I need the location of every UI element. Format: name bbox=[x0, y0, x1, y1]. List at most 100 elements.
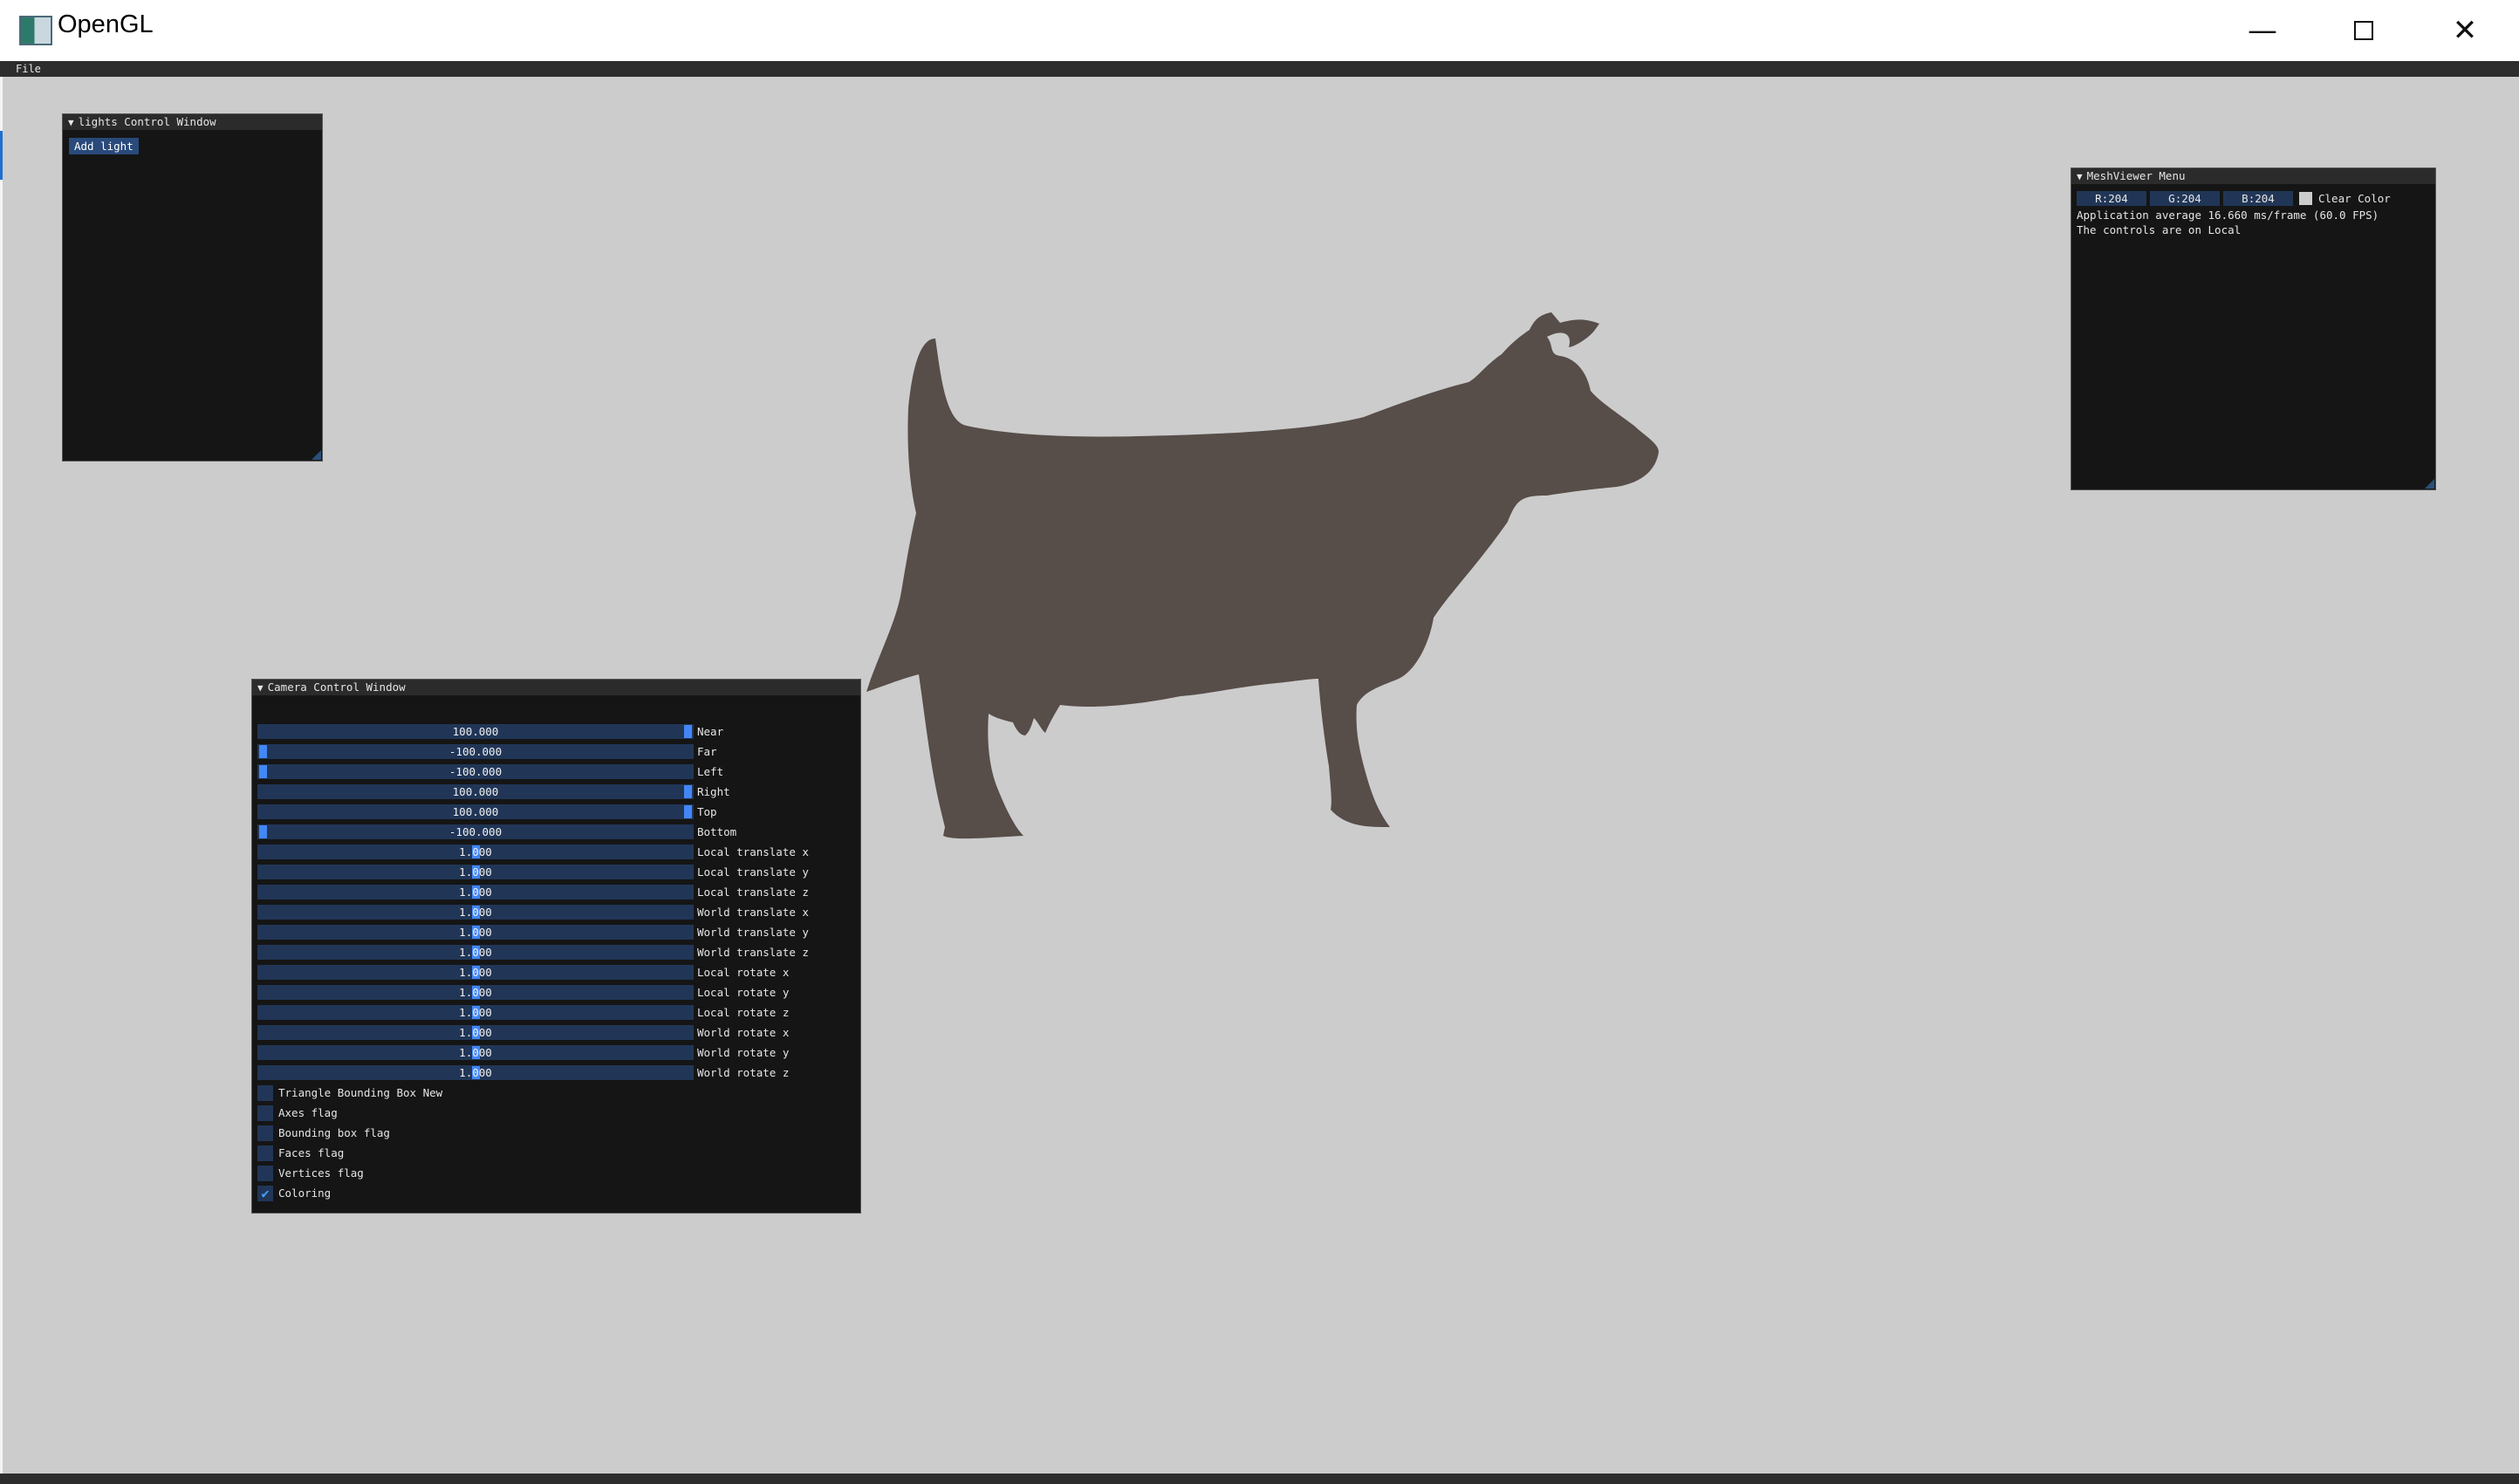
slider-track[interactable]: 1.000 bbox=[257, 985, 694, 1000]
menu-bar: File bbox=[0, 61, 2519, 77]
camera-slider-row: 1.000 World rotate y bbox=[257, 1045, 816, 1060]
minimize-icon: — bbox=[2248, 13, 2277, 48]
camera-slider-row: 1.000 Local translate z bbox=[257, 885, 816, 899]
camera-window-title: Camera Control Window bbox=[267, 680, 406, 694]
slider-label: World rotate z bbox=[697, 1066, 790, 1079]
maximize-button[interactable] bbox=[2313, 0, 2414, 61]
slider-track[interactable]: 1.000 bbox=[257, 865, 694, 879]
slider-value: 1.000 bbox=[459, 906, 492, 919]
camera-slider-row: 1.000 World translate z bbox=[257, 945, 816, 960]
meshviewer-menu-window[interactable]: ▼ MeshViewer Menu R:204 G:204 B:204 Clear… bbox=[2071, 168, 2436, 490]
checkbox[interactable] bbox=[257, 1085, 273, 1101]
checkbox-label: Triangle Bounding Box New bbox=[278, 1086, 443, 1099]
slider-label: Local translate z bbox=[697, 886, 809, 899]
window-title: OpenGL bbox=[58, 10, 154, 38]
slider-track[interactable]: 100.000 bbox=[257, 724, 694, 739]
collapse-triangle-icon[interactable]: ▼ bbox=[257, 680, 264, 695]
resize-grip-icon[interactable] bbox=[311, 450, 321, 460]
close-button[interactable]: ✕ bbox=[2414, 0, 2516, 61]
camera-slider-row: 1.000 World rotate x bbox=[257, 1025, 816, 1040]
camera-slider-row: 100.000 Right bbox=[257, 784, 816, 799]
slider-track[interactable]: -100.000 bbox=[257, 764, 694, 779]
checkbox[interactable] bbox=[257, 1125, 273, 1141]
slider-label: Near bbox=[697, 725, 724, 738]
slider-track[interactable]: 1.000 bbox=[257, 1065, 694, 1080]
slider-value: 1.000 bbox=[459, 1026, 492, 1039]
slider-track[interactable]: 1.000 bbox=[257, 885, 694, 899]
slider-track[interactable]: 1.000 bbox=[257, 965, 694, 980]
slider-track[interactable]: 100.000 bbox=[257, 804, 694, 819]
slider-label: Local translate x bbox=[697, 845, 809, 858]
slider-value: 1.000 bbox=[459, 1046, 492, 1059]
minimize-button[interactable]: — bbox=[2212, 0, 2313, 61]
slider-track[interactable]: 1.000 bbox=[257, 905, 694, 920]
slider-track[interactable]: 1.000 bbox=[257, 925, 694, 940]
clear-color-r-field[interactable]: R:204 bbox=[2077, 191, 2146, 206]
slider-label: Far bbox=[697, 745, 717, 758]
collapse-triangle-icon[interactable]: ▼ bbox=[2077, 169, 2083, 184]
camera-slider-row: -100.000 Bottom bbox=[257, 824, 816, 839]
camera-slider-row: -100.000 Far bbox=[257, 744, 816, 759]
slider-track[interactable]: 100.000 bbox=[257, 784, 694, 799]
lights-window-title: lights Control Window bbox=[78, 115, 216, 128]
slider-value: 1.000 bbox=[459, 886, 492, 899]
slider-value: 100.000 bbox=[452, 725, 499, 738]
slider-value: -100.000 bbox=[448, 765, 503, 778]
checkbox[interactable] bbox=[257, 1166, 273, 1181]
slider-value: 1.000 bbox=[459, 986, 492, 999]
slider-label: Bottom bbox=[697, 825, 737, 838]
slider-track[interactable]: -100.000 bbox=[257, 824, 694, 839]
meshviewer-window-title: MeshViewer Menu bbox=[2086, 169, 2186, 182]
camera-slider-row: 100.000 Near bbox=[257, 724, 816, 739]
slider-label: Local translate y bbox=[697, 865, 809, 879]
camera-window-header[interactable]: ▼ Camera Control Window bbox=[252, 680, 860, 695]
slider-value: 100.000 bbox=[452, 805, 499, 818]
slider-value: 1.000 bbox=[459, 845, 492, 858]
slider-label: Local rotate x bbox=[697, 966, 790, 979]
slider-value: 100.000 bbox=[452, 785, 499, 798]
slider-value: -100.000 bbox=[448, 825, 503, 838]
collapse-triangle-icon[interactable]: ▼ bbox=[68, 115, 74, 130]
camera-slider-row: 1.000 Local translate y bbox=[257, 865, 816, 879]
slider-label: World translate x bbox=[697, 906, 809, 919]
slider-track[interactable]: -100.000 bbox=[257, 744, 694, 759]
checkbox-label: Faces flag bbox=[278, 1146, 345, 1159]
camera-slider-row: 1.000 Local rotate x bbox=[257, 965, 816, 980]
lights-control-window[interactable]: ▼ lights Control Window Add light bbox=[62, 113, 323, 462]
clear-color-swatch[interactable] bbox=[2299, 192, 2312, 205]
checkbox-label: Bounding box flag bbox=[278, 1126, 390, 1139]
slider-value: 1.000 bbox=[459, 926, 492, 939]
checkbox-label: Vertices flag bbox=[278, 1166, 364, 1180]
bottom-bar bbox=[0, 1474, 2519, 1484]
camera-control-window[interactable]: ▼ Camera Control Window 100.000 Near -100.0… bbox=[251, 679, 861, 1214]
slider-label: Left bbox=[697, 765, 724, 778]
resize-grip-icon[interactable] bbox=[2425, 479, 2434, 489]
slider-track[interactable]: 1.000 bbox=[257, 945, 694, 960]
checkbox[interactable] bbox=[257, 1145, 273, 1161]
slider-label: World translate z bbox=[697, 946, 809, 959]
menu-file[interactable]: File bbox=[16, 63, 41, 75]
checkbox[interactable]: ✔ bbox=[257, 1186, 273, 1201]
slider-label: World rotate x bbox=[697, 1026, 790, 1039]
fps-text: Application average 16.660 ms/frame (60.… bbox=[2077, 209, 2379, 222]
clear-color-label: Clear Color bbox=[2318, 192, 2391, 205]
lights-window-header[interactable]: ▼ lights Control Window bbox=[63, 114, 322, 130]
slider-track[interactable]: 1.000 bbox=[257, 1045, 694, 1060]
add-light-button[interactable]: Add light bbox=[69, 138, 139, 154]
close-icon: ✕ bbox=[2452, 13, 2478, 48]
checkbox[interactable] bbox=[257, 1105, 273, 1121]
clear-color-b-field[interactable]: B:204 bbox=[2223, 191, 2293, 206]
camera-slider-row: 1.000 Local rotate y bbox=[257, 985, 816, 1000]
slider-label: Right bbox=[697, 785, 730, 798]
slider-track[interactable]: 1.000 bbox=[257, 1025, 694, 1040]
slider-track[interactable]: 1.000 bbox=[257, 845, 694, 859]
slider-label: World translate y bbox=[697, 926, 809, 939]
meshviewer-window-header[interactable]: ▼ MeshViewer Menu bbox=[2071, 168, 2435, 184]
camera-slider-row: 100.000 Top bbox=[257, 804, 816, 819]
slider-label: Local rotate y bbox=[697, 986, 790, 999]
slider-track[interactable]: 1.000 bbox=[257, 1005, 694, 1020]
clear-color-g-field[interactable]: G:204 bbox=[2150, 191, 2220, 206]
app-icon bbox=[19, 16, 52, 45]
slider-value: 1.000 bbox=[459, 1006, 492, 1019]
slider-value: 1.000 bbox=[459, 1066, 492, 1079]
